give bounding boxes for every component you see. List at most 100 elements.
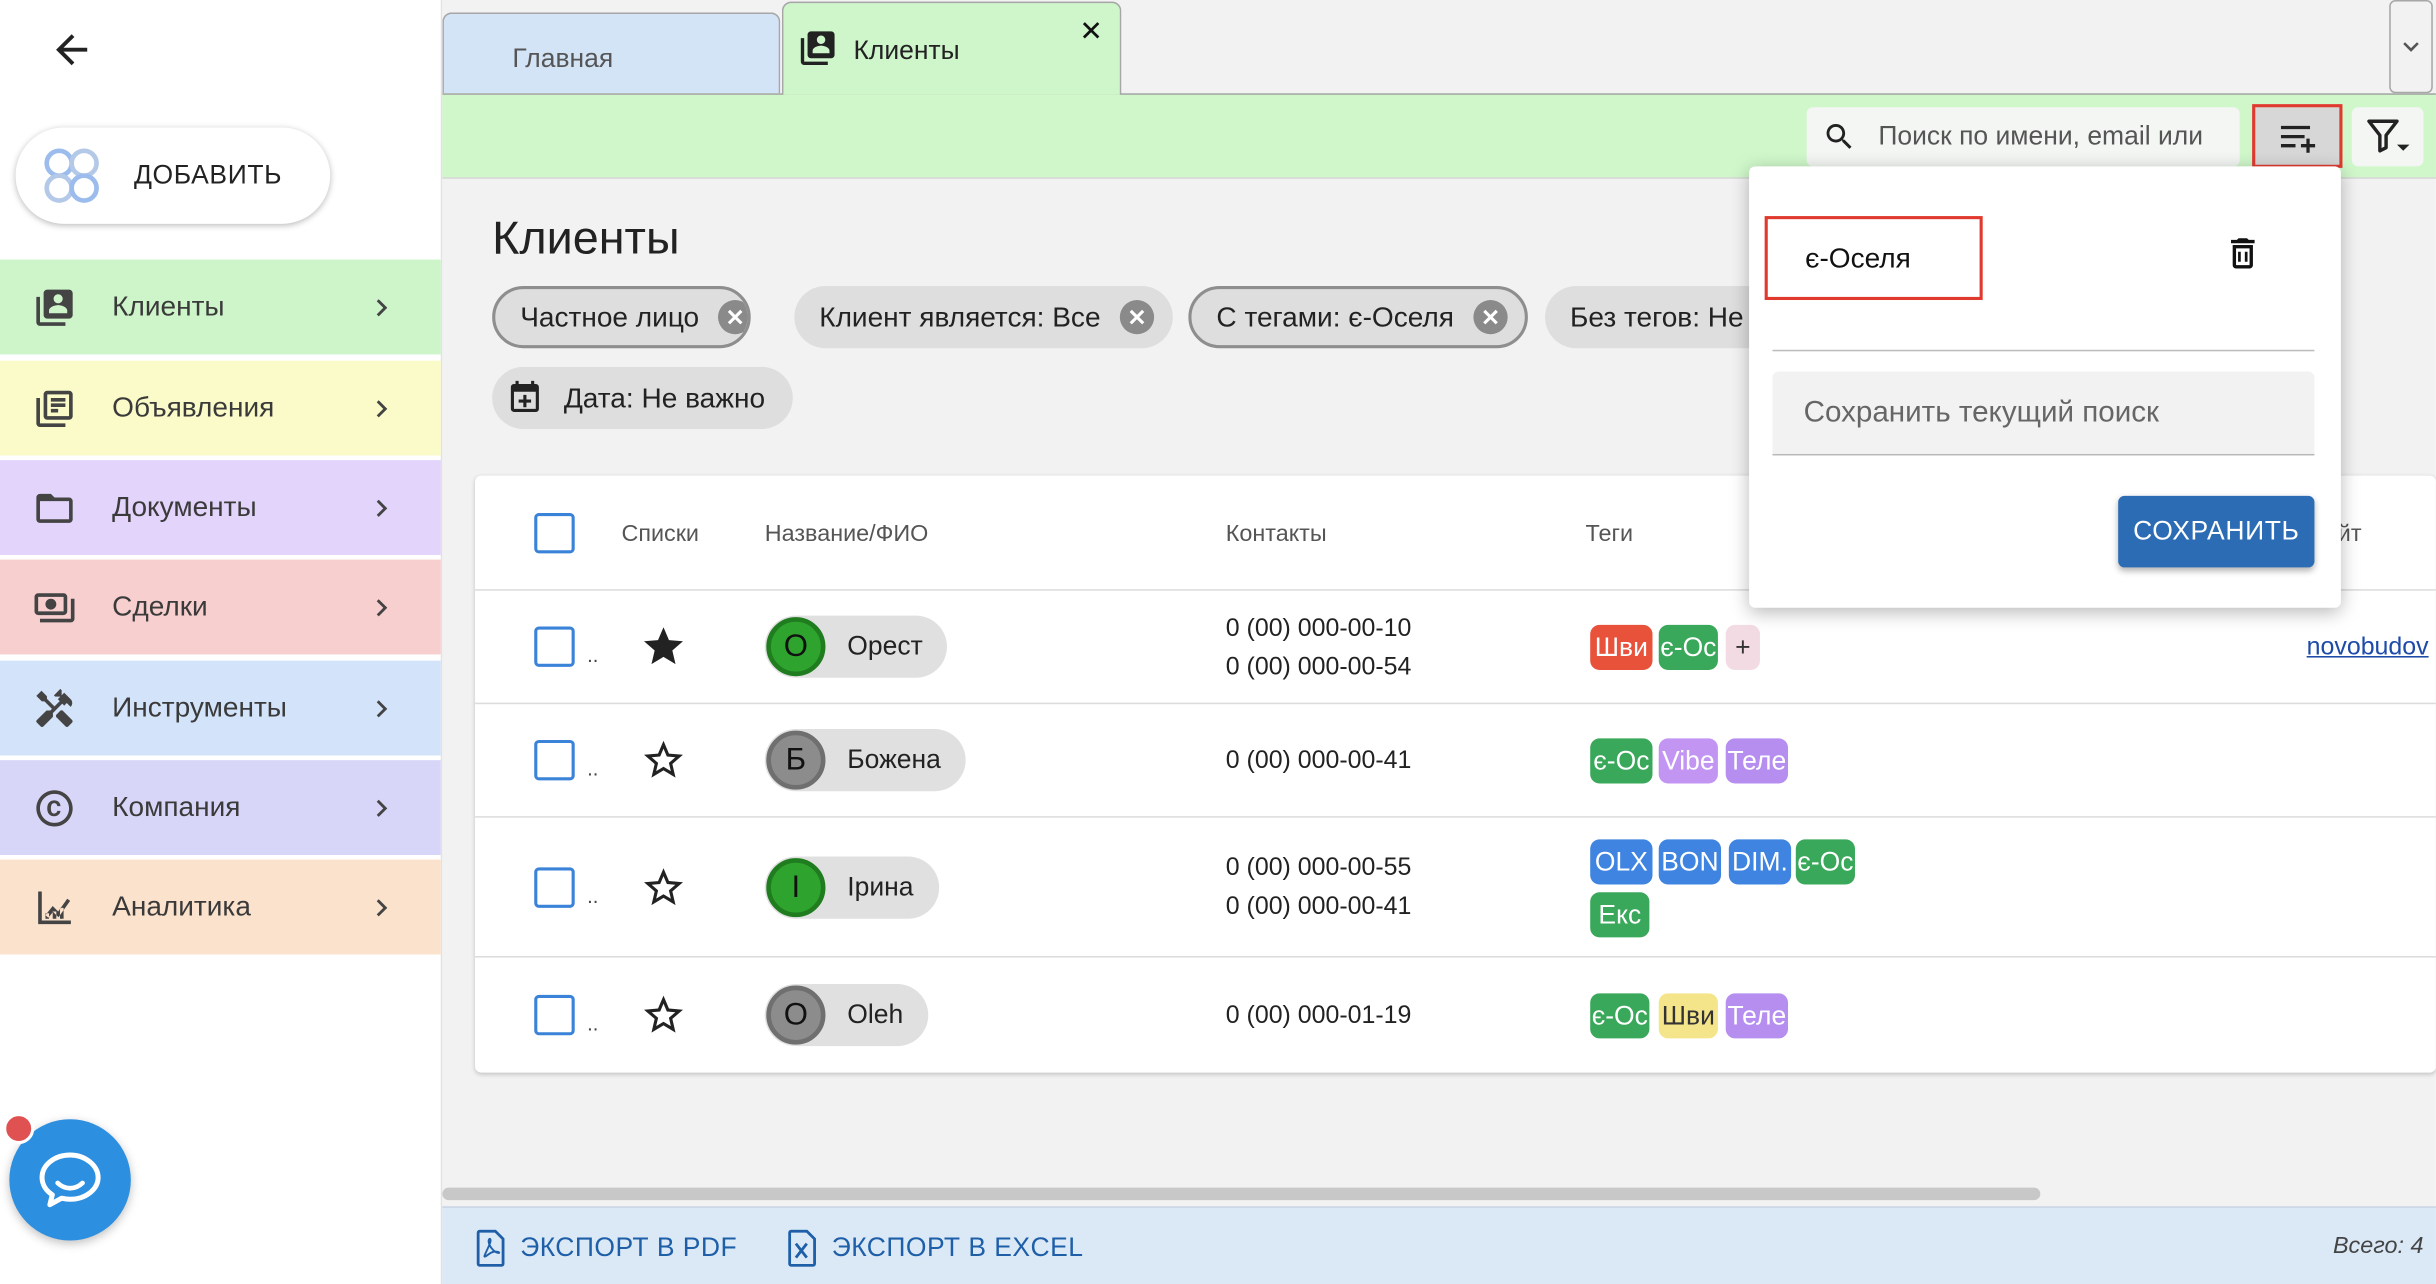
add-tag-button[interactable]: + bbox=[1725, 624, 1760, 670]
tag[interactable]: Теле bbox=[1725, 738, 1789, 784]
saved-searches-button[interactable] bbox=[2252, 104, 2343, 168]
saved-search-item[interactable]: є-Оселя bbox=[1764, 216, 1983, 301]
sidebar-item-deals[interactable]: Сделки bbox=[0, 559, 441, 655]
export-excel-button[interactable]: ЭКСПОРТ В EXCEL bbox=[785, 1229, 1084, 1267]
sidebar-item-clients[interactable]: Клиенты bbox=[0, 259, 441, 355]
add-button[interactable]: ДОБАВИТЬ bbox=[15, 127, 331, 224]
tab-home[interactable]: Главная bbox=[442, 12, 781, 94]
header-name[interactable]: Название/ФИО bbox=[765, 521, 929, 547]
chevron-right-icon bbox=[363, 888, 400, 925]
site-link[interactable]: novobudov bbox=[2307, 634, 2429, 662]
filter-chip-with-tags[interactable]: С тегами: є-Оселя bbox=[1188, 286, 1528, 349]
save-search-button[interactable]: СОХРАНИТЬ bbox=[2118, 495, 2315, 568]
contacts-icon bbox=[31, 284, 78, 331]
select-all-checkbox[interactable] bbox=[534, 512, 575, 554]
avatar: О bbox=[766, 617, 826, 677]
tag[interactable]: Теле bbox=[1725, 993, 1789, 1039]
chevron-right-icon bbox=[363, 689, 400, 726]
tag[interactable]: є-Ос bbox=[1658, 624, 1718, 670]
sidebar-item-analytics[interactable]: Аналитика bbox=[0, 859, 441, 955]
sidebar-item-label: Сделки bbox=[112, 590, 208, 622]
listings-icon bbox=[31, 385, 78, 432]
client-name-chip[interactable]: Б Божена bbox=[764, 729, 966, 792]
tag[interactable]: OLX bbox=[1590, 839, 1653, 885]
chip-label: Клиент является: Все bbox=[819, 300, 1101, 332]
client-name-chip[interactable]: І Ірина bbox=[764, 856, 939, 919]
folder-icon bbox=[31, 484, 78, 531]
star-outline-icon[interactable] bbox=[640, 992, 687, 1039]
saved-searches-popup: є-Оселя СОХРАНИТЬ bbox=[1749, 166, 2341, 608]
total-count: Всего: 4 bbox=[2332, 1232, 2424, 1260]
tag[interactable]: є-Ос bbox=[1795, 839, 1855, 885]
phone[interactable]: 0 (00) 000-00-55 bbox=[1226, 849, 1412, 888]
sidebar-item-label: Документы bbox=[112, 491, 257, 523]
close-tab-icon[interactable]: ✕ bbox=[1079, 16, 1103, 49]
save-search-input[interactable] bbox=[1803, 395, 2302, 430]
client-name-chip[interactable]: О Орест bbox=[764, 615, 948, 678]
chevron-right-icon bbox=[363, 489, 400, 526]
table-row[interactable]: .. І Ірина 0 (00) 000-00-55 0 (00) 000-0… bbox=[475, 818, 2436, 958]
row-checkbox[interactable] bbox=[534, 739, 575, 781]
tag[interactable]: Шви bbox=[1590, 624, 1653, 670]
star-filled-icon[interactable] bbox=[640, 623, 687, 670]
tag[interactable]: Шви bbox=[1658, 993, 1718, 1039]
delete-saved-search-icon[interactable] bbox=[2219, 229, 2266, 279]
row-checkbox[interactable] bbox=[534, 994, 575, 1036]
filter-button[interactable] bbox=[2351, 107, 2424, 167]
tag[interactable]: Екс bbox=[1590, 892, 1650, 938]
tag[interactable]: є-Ос bbox=[1590, 738, 1653, 784]
client-name-chip[interactable]: О Oleh bbox=[764, 983, 929, 1047]
money-icon bbox=[31, 584, 78, 631]
row-more-indicator: .. bbox=[587, 757, 599, 781]
chevron-right-icon bbox=[363, 288, 400, 325]
filter-chip-date[interactable]: Дата: Не важно bbox=[492, 366, 793, 430]
remove-filter-icon[interactable] bbox=[717, 300, 748, 335]
tag[interactable]: BON bbox=[1658, 839, 1722, 885]
tab-clients[interactable]: Клиенты ✕ bbox=[781, 1, 1122, 95]
footer-bar: ЭКСПОРТ В PDF ЭКСПОРТ В EXCEL Всего: 4 bbox=[442, 1206, 2436, 1284]
tag[interactable]: Vibe bbox=[1658, 738, 1718, 784]
avatar: Б bbox=[766, 730, 826, 790]
back-arrow-icon[interactable] bbox=[44, 22, 100, 78]
divider bbox=[1772, 349, 2315, 352]
sidebar-item-documents[interactable]: Документы bbox=[0, 460, 441, 555]
row-more-indicator: .. bbox=[587, 1011, 599, 1036]
phone[interactable]: 0 (00) 000-00-10 bbox=[1226, 609, 1412, 648]
remove-filter-icon[interactable] bbox=[1119, 300, 1154, 335]
table-row[interactable]: .. Б Божена 0 (00) 000-00-41 є-Ос Vibe Т… bbox=[475, 704, 2436, 818]
star-outline-icon[interactable] bbox=[640, 737, 687, 784]
horizontal-scrollbar[interactable] bbox=[442, 1187, 2041, 1201]
filter-chip-client-is[interactable]: Клиент является: Все bbox=[794, 286, 1173, 349]
contacts-icon bbox=[800, 31, 835, 66]
row-checkbox[interactable] bbox=[534, 626, 575, 667]
avatar: І bbox=[766, 858, 826, 918]
chip-label: Без тегов: Не bbox=[1569, 300, 1744, 332]
client-name: Орест bbox=[847, 631, 923, 661]
phone[interactable]: 0 (00) 000-00-54 bbox=[1226, 648, 1412, 687]
tag[interactable]: DIM. bbox=[1728, 839, 1792, 885]
chevron-right-icon bbox=[363, 789, 400, 826]
remove-filter-icon[interactable] bbox=[1472, 300, 1507, 335]
search-input[interactable] bbox=[1878, 121, 2240, 153]
contacts-cell: 0 (00) 000-00-10 0 (00) 000-00-54 bbox=[1226, 609, 1412, 687]
search-box[interactable] bbox=[1806, 107, 2240, 167]
sidebar-item-company[interactable]: Компания bbox=[0, 760, 441, 855]
table-row[interactable]: .. О Oleh 0 (00) 000-01-19 є-Ос Шви Теле bbox=[475, 958, 2436, 1073]
sidebar-item-tools[interactable]: Инструменты bbox=[0, 660, 441, 756]
calendar-add-icon bbox=[505, 378, 545, 418]
filter-dropdown-icon bbox=[2367, 119, 2410, 153]
sidebar-item-listings[interactable]: Объявления bbox=[0, 360, 441, 456]
tab-overflow-button[interactable] bbox=[2389, 0, 2433, 94]
page-title: Клиенты bbox=[492, 212, 680, 265]
phone[interactable]: 0 (00) 000-01-19 bbox=[1226, 996, 1412, 1035]
phone[interactable]: 0 (00) 000-00-41 bbox=[1226, 741, 1412, 780]
save-search-field[interactable] bbox=[1772, 371, 2315, 456]
filter-chip-private-person[interactable]: Частное лицо bbox=[492, 286, 751, 349]
pdf-file-icon bbox=[476, 1229, 505, 1267]
row-checkbox[interactable] bbox=[534, 867, 575, 908]
star-outline-icon[interactable] bbox=[640, 864, 687, 911]
app-logo-icon bbox=[44, 148, 99, 203]
tag[interactable]: є-Ос bbox=[1590, 993, 1650, 1039]
phone[interactable]: 0 (00) 000-00-41 bbox=[1226, 888, 1412, 927]
export-pdf-button[interactable]: ЭКСПОРТ В PDF bbox=[473, 1229, 737, 1267]
